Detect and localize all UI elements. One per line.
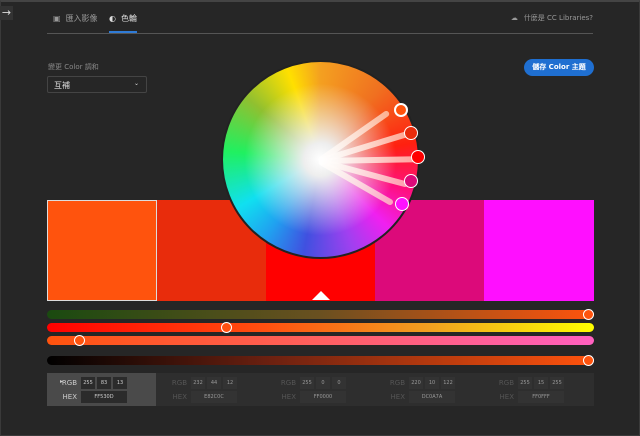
- slider-knob[interactable]: [221, 322, 232, 333]
- slider-knob[interactable]: [583, 355, 594, 366]
- cc-icon: ☁: [510, 14, 518, 22]
- blue-field[interactable]: 255: [550, 377, 564, 389]
- swatch-1[interactable]: [47, 200, 157, 301]
- swatch-values-4: RGB 220 10 122 HEX DC0A7A: [375, 373, 484, 406]
- swatch-values-2: RGB 232 44 12 HEX E82C0C: [157, 373, 266, 406]
- cc-libraries-link[interactable]: ☁ 什麼是 CC Libraries?: [511, 13, 593, 23]
- rgb-row: RGB 255 15 255: [484, 377, 564, 389]
- blue-field[interactable]: 0: [332, 377, 346, 389]
- swatch-values-3: RGB 255 0 0 HEX FF0000: [266, 373, 375, 406]
- green-field[interactable]: 83: [97, 377, 111, 389]
- green-field[interactable]: 15: [534, 377, 548, 389]
- rgb-label: RGB: [171, 379, 187, 387]
- rgb-row: RGB 255 0 0: [266, 377, 346, 389]
- hex-label: HEX: [62, 393, 77, 401]
- hex-row: HEX FF0000: [266, 391, 346, 403]
- hex-label: HEX: [281, 393, 296, 401]
- swatch-values-1: RGB 255 83 13 HEX FF530D ▸: [47, 373, 156, 406]
- harmony-select[interactable]: 互補 ⌄: [47, 76, 147, 93]
- wheel-handle-2[interactable]: [404, 126, 418, 140]
- rgb-label: RGB: [389, 379, 405, 387]
- hex-row: HEX DC0A7A: [375, 391, 455, 403]
- red-field[interactable]: 255: [300, 377, 314, 389]
- back-arrow-icon[interactable]: →: [0, 6, 13, 20]
- red-field[interactable]: 220: [409, 377, 423, 389]
- expand-arrow-icon[interactable]: ▸: [60, 378, 63, 385]
- wheel-handle-5[interactable]: [395, 197, 409, 211]
- red-field[interactable]: 255: [518, 377, 532, 389]
- hex-label: HEX: [172, 393, 187, 401]
- chevron-down-icon: ⌄: [133, 80, 139, 87]
- rgb-row: RGB 255 83 13: [47, 377, 127, 389]
- hex-label: HEX: [390, 393, 405, 401]
- rgb-row: RGB 232 44 12: [157, 377, 237, 389]
- wheel-handle-1[interactable]: [394, 103, 408, 117]
- green-field[interactable]: 0: [316, 377, 330, 389]
- hex-field[interactable]: FF530D: [81, 391, 127, 403]
- value-slider[interactable]: [47, 355, 594, 366]
- hex-row: HEX FF0FFF: [484, 391, 564, 403]
- hex-row: HEX FF530D: [47, 391, 127, 403]
- hex-row: HEX E82C0C: [157, 391, 237, 403]
- wheel-handle-4[interactable]: [404, 174, 418, 188]
- green-field[interactable]: 10: [425, 377, 439, 389]
- hex-field[interactable]: FF0000: [300, 391, 346, 403]
- saturation-slider[interactable]: [47, 322, 594, 333]
- rgb-label: RGB: [498, 379, 514, 387]
- blue-field[interactable]: 122: [441, 377, 455, 389]
- tab-color-wheel[interactable]: ◐ 色輪: [109, 13, 137, 33]
- hex-field[interactable]: DC0A7A: [409, 391, 455, 403]
- slider-knob[interactable]: [74, 335, 85, 346]
- image-icon: ▣: [53, 14, 61, 23]
- red-field[interactable]: 255: [81, 377, 95, 389]
- green-field[interactable]: 44: [207, 377, 221, 389]
- tab-import-image[interactable]: ▣ 匯入影像: [53, 13, 98, 24]
- color-wheel-icon: ◐: [109, 14, 116, 23]
- hex-field[interactable]: FF0FFF: [518, 391, 564, 403]
- hex-label: HEX: [499, 393, 514, 401]
- rgb-label: RGB: [280, 379, 296, 387]
- swatch-5[interactable]: [484, 200, 594, 301]
- blue-field[interactable]: 13: [113, 377, 127, 389]
- brightness-slider[interactable]: [47, 335, 594, 346]
- swatch-values-5: RGB 255 15 255 HEX FF0FFF: [484, 373, 593, 406]
- slider-knob[interactable]: [583, 309, 594, 320]
- hex-field[interactable]: E82C0C: [191, 391, 237, 403]
- harmony-label: 變更 Color 調和: [48, 63, 99, 71]
- rgb-row: RGB 220 10 122: [375, 377, 455, 389]
- red-field[interactable]: 232: [191, 377, 205, 389]
- wheel-handle-3[interactable]: [411, 150, 425, 164]
- blue-field[interactable]: 12: [223, 377, 237, 389]
- base-color-pointer: [312, 291, 330, 300]
- hue-slider[interactable]: [47, 309, 594, 320]
- save-theme-button[interactable]: 儲存 Color 主題: [524, 59, 594, 76]
